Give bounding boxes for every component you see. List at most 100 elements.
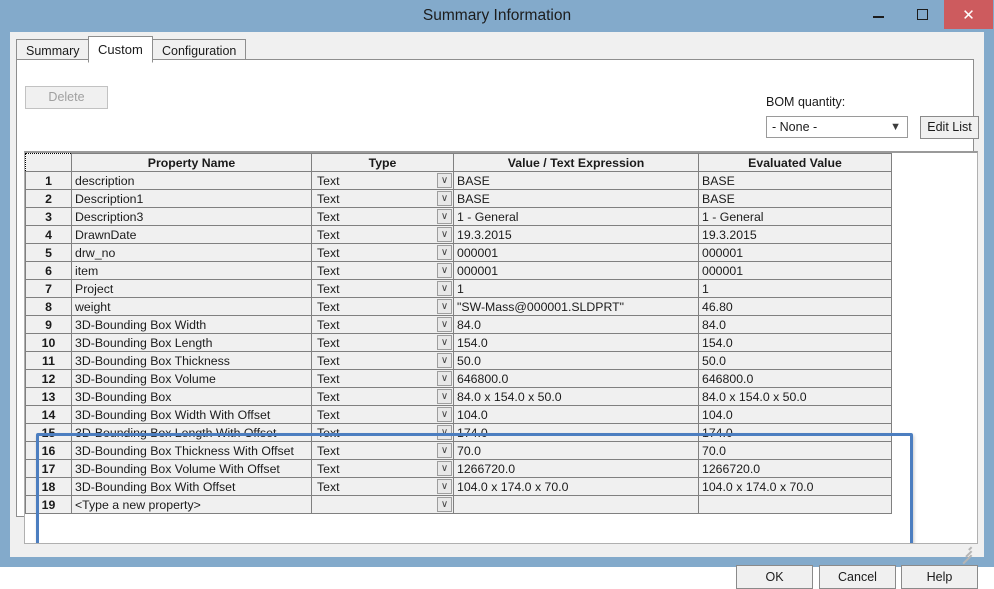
cell-value-expression[interactable]: 1 - General — [454, 208, 699, 226]
table-row[interactable]: 7ProjectText∨11 — [26, 280, 892, 298]
column-header-evaluated-value[interactable]: Evaluated Value — [699, 154, 892, 172]
table-row[interactable]: 8weightText∨"SW-Mass@000001.SLDPRT"46.80 — [26, 298, 892, 316]
maximize-button[interactable] — [900, 0, 944, 29]
table-row[interactable]: 2Description1Text∨BASEBASE — [26, 190, 892, 208]
edit-list-button[interactable]: Edit List — [920, 116, 979, 139]
chevron-down-icon[interactable]: ∨ — [437, 245, 452, 260]
cell-value-expression[interactable]: 1 — [454, 280, 699, 298]
table-row[interactable]: 93D-Bounding Box WidthText∨84.084.0 — [26, 316, 892, 334]
row-number[interactable]: 10 — [26, 334, 72, 352]
row-number[interactable]: 15 — [26, 424, 72, 442]
cell-value-expression[interactable]: 50.0 — [454, 352, 699, 370]
cell-value-expression[interactable]: 104.0 x 174.0 x 70.0 — [454, 478, 699, 496]
row-number[interactable]: 2 — [26, 190, 72, 208]
table-row[interactable]: 4DrawnDateText∨19.3.201519.3.2015 — [26, 226, 892, 244]
row-number[interactable]: 11 — [26, 352, 72, 370]
cell-type[interactable]: Text∨ — [312, 478, 454, 496]
cell-type[interactable]: Text∨ — [312, 442, 454, 460]
custom-properties-grid[interactable]: Property Name Type Value / Text Expressi… — [24, 151, 978, 544]
cell-value-expression[interactable] — [454, 496, 699, 514]
cell-value-expression[interactable]: BASE — [454, 172, 699, 190]
cell-type[interactable]: Text∨ — [312, 172, 454, 190]
cell-value-expression[interactable]: 104.0 — [454, 406, 699, 424]
cell-property-name[interactable]: Project — [72, 280, 312, 298]
cell-value-expression[interactable]: 84.0 x 154.0 x 50.0 — [454, 388, 699, 406]
cell-property-name[interactable]: 3D-Bounding Box Width With Offset — [72, 406, 312, 424]
cell-value-expression[interactable]: 000001 — [454, 244, 699, 262]
cell-value-expression[interactable]: 646800.0 — [454, 370, 699, 388]
table-row[interactable]: 6itemText∨000001000001 — [26, 262, 892, 280]
cell-type[interactable]: Text∨ — [312, 244, 454, 262]
table-row[interactable]: 183D-Bounding Box With OffsetText∨104.0 … — [26, 478, 892, 496]
row-number[interactable]: 16 — [26, 442, 72, 460]
table-row[interactable]: 153D-Bounding Box Length With OffsetText… — [26, 424, 892, 442]
ok-button[interactable]: OK — [736, 565, 813, 589]
chevron-down-icon[interactable]: ∨ — [437, 263, 452, 278]
chevron-down-icon[interactable]: ∨ — [437, 353, 452, 368]
cell-value-expression[interactable]: BASE — [454, 190, 699, 208]
chevron-down-icon[interactable]: ∨ — [437, 425, 452, 440]
cell-type[interactable]: Text∨ — [312, 298, 454, 316]
cell-property-name[interactable]: item — [72, 262, 312, 280]
minimize-button[interactable] — [856, 0, 900, 29]
cell-value-expression[interactable]: 000001 — [454, 262, 699, 280]
chevron-down-icon[interactable]: ∨ — [437, 443, 452, 458]
chevron-down-icon[interactable]: ∨ — [437, 173, 452, 188]
chevron-down-icon[interactable]: ∨ — [437, 281, 452, 296]
row-number[interactable]: 17 — [26, 460, 72, 478]
delete-button[interactable]: Delete — [25, 86, 108, 109]
cell-value-expression[interactable]: 19.3.2015 — [454, 226, 699, 244]
close-button[interactable]: ✕ — [944, 0, 993, 29]
chevron-down-icon[interactable]: ∨ — [437, 497, 452, 512]
title-bar[interactable]: Summary Information ✕ — [0, 0, 994, 32]
column-header-type[interactable]: Type — [312, 154, 454, 172]
cell-type[interactable]: Text∨ — [312, 406, 454, 424]
cell-value-expression[interactable]: 1266720.0 — [454, 460, 699, 478]
row-number[interactable]: 12 — [26, 370, 72, 388]
cell-property-name[interactable]: 3D-Bounding Box Width — [72, 316, 312, 334]
cell-value-expression[interactable]: 174.0 — [454, 424, 699, 442]
cell-property-name[interactable]: Description3 — [72, 208, 312, 226]
cell-property-name[interactable]: description — [72, 172, 312, 190]
column-header-property-name[interactable]: Property Name — [72, 154, 312, 172]
cell-property-name[interactable]: 3D-Bounding Box Thickness — [72, 352, 312, 370]
row-number[interactable]: 8 — [26, 298, 72, 316]
cell-type[interactable]: Text∨ — [312, 424, 454, 442]
select-all-corner[interactable] — [26, 154, 72, 172]
cell-value-expression[interactable]: 84.0 — [454, 316, 699, 334]
cell-property-name[interactable]: 3D-Bounding Box Thickness With Offset — [72, 442, 312, 460]
cell-property-name[interactable]: 3D-Bounding Box With Offset — [72, 478, 312, 496]
cell-type[interactable]: Text∨ — [312, 388, 454, 406]
cell-property-name[interactable]: 3D-Bounding Box — [72, 388, 312, 406]
bom-quantity-select[interactable]: - None - ▼ — [766, 116, 908, 138]
table-row[interactable]: 173D-Bounding Box Volume With OffsetText… — [26, 460, 892, 478]
table-row[interactable]: 5drw_noText∨000001000001 — [26, 244, 892, 262]
cell-property-name[interactable]: 3D-Bounding Box Length — [72, 334, 312, 352]
row-number[interactable]: 6 — [26, 262, 72, 280]
table-row[interactable]: 143D-Bounding Box Width With OffsetText∨… — [26, 406, 892, 424]
cell-type[interactable]: Text∨ — [312, 262, 454, 280]
cell-type[interactable]: Text∨ — [312, 316, 454, 334]
chevron-down-icon[interactable]: ∨ — [437, 371, 452, 386]
row-number[interactable]: 14 — [26, 406, 72, 424]
chevron-down-icon[interactable]: ∨ — [437, 191, 452, 206]
cell-type[interactable]: Text∨ — [312, 460, 454, 478]
table-row[interactable]: 103D-Bounding Box LengthText∨154.0154.0 — [26, 334, 892, 352]
cell-property-name[interactable]: 3D-Bounding Box Length With Offset — [72, 424, 312, 442]
chevron-down-icon[interactable]: ∨ — [437, 209, 452, 224]
cell-type[interactable]: Text∨ — [312, 208, 454, 226]
cell-property-name[interactable]: 3D-Bounding Box Volume — [72, 370, 312, 388]
table-row[interactable]: 133D-Bounding BoxText∨84.0 x 154.0 x 50.… — [26, 388, 892, 406]
table-row[interactable]: 3Description3Text∨1 - General1 - General — [26, 208, 892, 226]
row-number[interactable]: 9 — [26, 316, 72, 334]
table-row[interactable]: 19<Type a new property>∨ — [26, 496, 892, 514]
cell-property-name[interactable]: DrawnDate — [72, 226, 312, 244]
cell-type[interactable]: Text∨ — [312, 334, 454, 352]
cell-value-expression[interactable]: 154.0 — [454, 334, 699, 352]
cell-value-expression[interactable]: "SW-Mass@000001.SLDPRT" — [454, 298, 699, 316]
cell-property-name[interactable]: weight — [72, 298, 312, 316]
cell-type[interactable]: Text∨ — [312, 352, 454, 370]
cell-type[interactable]: Text∨ — [312, 190, 454, 208]
row-number[interactable]: 3 — [26, 208, 72, 226]
chevron-down-icon[interactable]: ∨ — [437, 407, 452, 422]
